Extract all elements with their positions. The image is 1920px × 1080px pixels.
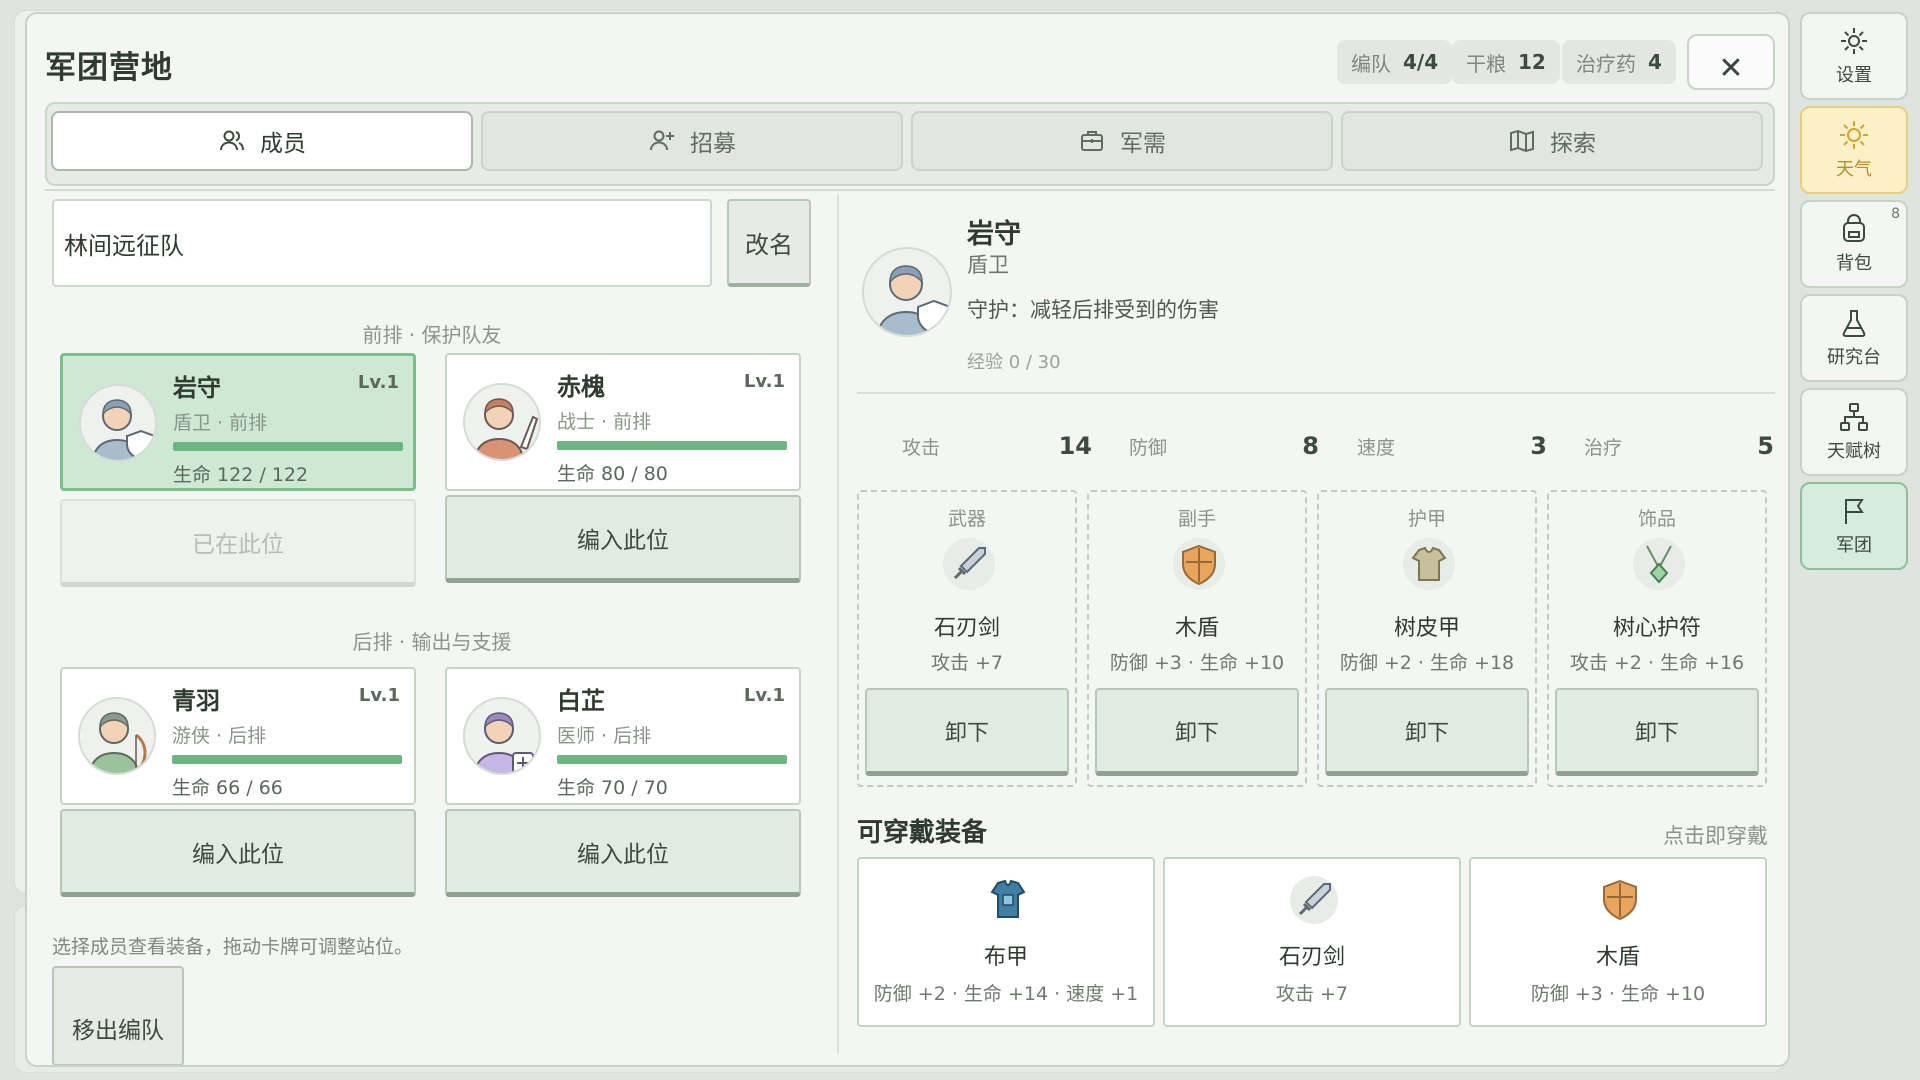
assign-slot-button[interactable]: 编入此位 bbox=[445, 495, 801, 583]
legion-camp-modal: 军团营地 编队4/4 干粮12 治疗药4 ✕ 成员 招募 军需 探索 改名 前排… bbox=[25, 12, 1790, 1067]
detail-avatar bbox=[862, 247, 952, 337]
armor-icon bbox=[1403, 538, 1455, 590]
recruit-icon bbox=[650, 130, 674, 151]
amulet-icon bbox=[1633, 538, 1685, 590]
squad-name-input[interactable] bbox=[52, 199, 712, 287]
wearable-hint: 点击即穿戴 bbox=[1663, 824, 1768, 848]
detail-name: 岩守 bbox=[967, 219, 1021, 250]
equip-slot-accessory: 饰品 树心护符 攻击 +2 · 生命 +16 卸下 bbox=[1547, 490, 1767, 787]
wearable-item-wood-shield[interactable]: 木盾 防御 +3 · 生命 +10 bbox=[1469, 857, 1767, 1027]
gear-icon bbox=[1841, 28, 1867, 54]
unequip-accessory-button[interactable]: 卸下 bbox=[1555, 688, 1759, 776]
warrior-avatar bbox=[463, 383, 541, 461]
shield-icon bbox=[1173, 538, 1225, 590]
sun-icon bbox=[1840, 121, 1868, 149]
assign-slot-button[interactable]: 编入此位 bbox=[445, 809, 801, 897]
front-row-label: 前排 · 保护队友 bbox=[362, 323, 502, 347]
sidebar-talent-tree-button[interactable]: 天赋树 bbox=[1800, 388, 1908, 476]
sidebar-research-button[interactable]: 研究台 bbox=[1800, 294, 1908, 382]
tab-recruit[interactable]: 招募 bbox=[481, 111, 903, 171]
detail-divider bbox=[857, 392, 1775, 394]
ranger-avatar bbox=[78, 697, 156, 775]
sidebar-settings-button[interactable]: 设置 bbox=[1800, 12, 1908, 100]
backpack-icon bbox=[1843, 214, 1865, 242]
assign-slot-button[interactable]: 编入此位 bbox=[60, 809, 416, 897]
leave-squad-button[interactable]: 移出编队 bbox=[52, 966, 184, 1065]
sidebar-legion-button[interactable]: 军团 bbox=[1800, 482, 1908, 570]
unequip-offhand-button[interactable]: 卸下 bbox=[1095, 688, 1299, 776]
member-card-baizhi[interactable]: 白芷 Lv.1 医师 · 后排 生命 70 / 70 bbox=[445, 667, 801, 805]
formation-count-chip: 编队 4/4 bbox=[1337, 40, 1453, 84]
detail-exp: 经验 0 / 30 bbox=[967, 352, 1061, 373]
unequip-armor-button[interactable]: 卸下 bbox=[1325, 688, 1529, 776]
stat-heal: 治疗 5 bbox=[1584, 432, 1774, 460]
column-divider bbox=[837, 194, 839, 1054]
members-icon bbox=[220, 130, 244, 151]
hp-bar bbox=[172, 755, 402, 764]
sidebar-weather-button[interactable]: 天气 bbox=[1800, 106, 1908, 194]
stat-speed: 速度 3 bbox=[1357, 432, 1547, 460]
equip-slot-weapon: 武器 石刃剑 攻击 +7 卸下 bbox=[857, 490, 1077, 787]
talent-tree-icon bbox=[1840, 403, 1868, 431]
tab-bar: 成员 招募 军需 探索 bbox=[45, 102, 1775, 186]
backpack-count-badge: 8 bbox=[1891, 206, 1900, 222]
member-card-qingyu[interactable]: 青羽 Lv.1 游侠 · 后排 生命 66 / 66 bbox=[60, 667, 416, 805]
equip-slot-armor: 护甲 树皮甲 防御 +2 · 生命 +18 卸下 bbox=[1317, 490, 1537, 787]
map-icon bbox=[1510, 129, 1534, 153]
wearable-item-stone-sword[interactable]: 石刃剑 攻击 +7 bbox=[1163, 857, 1461, 1027]
detail-class: 盾卫 bbox=[967, 253, 1009, 277]
flag-icon bbox=[1845, 499, 1864, 524]
rename-button[interactable]: 改名 bbox=[727, 199, 811, 287]
shield-guard-avatar bbox=[79, 384, 157, 462]
supplies-icon bbox=[1081, 131, 1103, 151]
cloth-armor-icon bbox=[983, 875, 1033, 925]
unequip-weapon-button[interactable]: 卸下 bbox=[865, 688, 1069, 776]
potion-count-chip: 治疗药 4 bbox=[1562, 40, 1676, 84]
stat-defense: 防御 8 bbox=[1129, 432, 1319, 460]
hp-bar bbox=[557, 441, 787, 450]
sword-icon bbox=[1289, 875, 1339, 925]
equip-slot-offhand: 副手 木盾 防御 +3 · 生命 +10 卸下 bbox=[1087, 490, 1307, 787]
sidebar-backpack-button[interactable]: 8 背包 bbox=[1800, 200, 1908, 288]
rations-count-chip: 干粮 12 bbox=[1452, 40, 1560, 84]
tab-supplies[interactable]: 军需 bbox=[911, 111, 1333, 171]
hp-bar bbox=[173, 442, 403, 451]
member-card-chihuai[interactable]: 赤槐 Lv.1 战士 · 前排 生命 80 / 80 bbox=[445, 353, 801, 491]
member-card-yanshou[interactable]: 岩守 Lv.1 盾卫 · 前排 生命 122 / 122 bbox=[60, 353, 416, 491]
stat-attack: 攻击 14 bbox=[902, 432, 1092, 460]
tab-explore[interactable]: 探索 bbox=[1341, 111, 1763, 171]
close-icon: ✕ bbox=[1718, 50, 1744, 86]
healer-avatar bbox=[463, 697, 541, 775]
sword-icon bbox=[943, 538, 995, 590]
flask-icon bbox=[1842, 310, 1866, 337]
shield-icon bbox=[1595, 875, 1645, 925]
modal-title: 军团营地 bbox=[45, 50, 173, 86]
squad-hint: 选择成员查看装备，拖动卡牌可调整站位。 bbox=[52, 936, 414, 958]
hp-bar bbox=[557, 755, 787, 764]
close-button[interactable]: ✕ bbox=[1687, 34, 1775, 90]
back-row-label: 后排 · 输出与支援 bbox=[352, 630, 512, 654]
tab-divider bbox=[45, 189, 1775, 191]
wearable-title: 可穿戴装备 bbox=[857, 818, 988, 848]
wearable-item-cloth-armor[interactable]: 布甲 防御 +2 · 生命 +14 · 速度 +1 bbox=[857, 857, 1155, 1027]
tab-members[interactable]: 成员 bbox=[51, 111, 473, 171]
detail-skill: 守护：减轻后排受到的伤害 bbox=[967, 298, 1219, 322]
already-in-slot-button: 已在此位 bbox=[60, 499, 416, 587]
